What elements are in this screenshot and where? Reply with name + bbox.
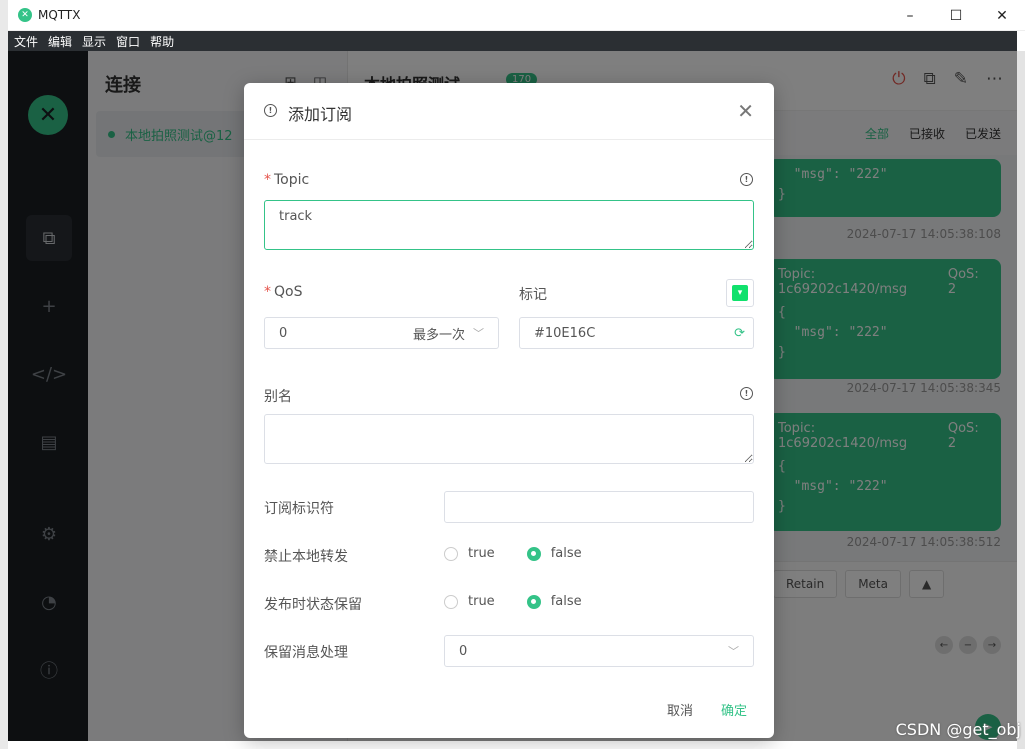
desktop-strip [0,0,8,749]
retain-as-published-label: 发布时状态保留 [264,597,362,613]
minimize-button[interactable]: – [887,0,933,31]
color-input[interactable]: #10E16C ⟳ [519,317,754,349]
add-subscription-dialog: ! 添加订阅 ✕ *Topic ! *QoS 0 最多一次 ﹀ 标记 ▾ #10… [244,83,774,738]
rap-false-option[interactable]: false [526,594,582,609]
retain-handling-label: 保留消息处理 [264,645,348,661]
topic-input[interactable] [264,200,754,250]
alias-input[interactable] [264,414,754,464]
color-value: #10E16C [534,325,596,341]
desktop-right-strip [1017,51,1025,749]
retain-as-published-radio-group: true false [444,594,614,609]
qos-hint: 最多一次 [412,327,465,343]
alias-label: 别名 [264,389,292,405]
close-window-button[interactable]: ✕ [979,0,1025,31]
chevron-down-icon: ﹀ [728,645,739,658]
radio-checked[interactable] [526,594,541,609]
radio-unchecked[interactable] [444,594,458,609]
topic-help-icon[interactable]: ! [740,173,753,186]
dialog-close-icon[interactable]: ✕ [737,99,754,123]
no-local-false-option[interactable]: false [526,546,582,561]
menu-bar: 文件 编辑 显示 窗口 帮助 [8,31,1017,51]
chevron-down-icon: ▾ [732,285,748,301]
watermark: CSDN @get_obj [895,720,1021,739]
confirm-button[interactable]: 确定 [721,700,747,719]
menu-window[interactable]: 窗口 [116,33,140,50]
no-local-true-option[interactable]: true [444,546,495,561]
window-controls: – ☐ ✕ [887,0,1025,31]
window-titlebar: ✕ MQTTX – ☐ ✕ [8,0,1025,31]
no-local-label: 禁止本地转发 [264,549,348,565]
alias-help-icon[interactable]: ! [740,387,753,400]
subscription-id-label: 订阅标识符 [264,501,334,517]
qos-value: 0 [279,325,288,341]
window-title: MQTTX [38,8,81,22]
qos-label: * QoS [264,284,303,300]
color-picker-swatch[interactable]: ▾ [726,279,754,307]
mqttx-app-icon: ✕ [18,8,32,22]
retain-handling-select[interactable]: 0 ﹀ [444,635,754,667]
menu-help[interactable]: 帮助 [150,33,174,50]
cancel-button[interactable]: 取消 [667,700,693,719]
menu-file[interactable]: 文件 [14,33,38,50]
maximize-button[interactable]: ☐ [933,0,979,31]
dialog-info-icon: ! [264,104,277,117]
no-local-radio-group: true false [444,546,614,561]
dialog-header: ! 添加订阅 ✕ [244,83,774,140]
subscription-id-input[interactable] [444,491,754,523]
radio-unchecked[interactable] [444,546,458,561]
qos-select[interactable]: 0 最多一次 ﹀ [264,317,499,349]
dialog-title: 添加订阅 [288,105,353,124]
chevron-down-icon: ﹀ [473,327,484,340]
retain-handling-value: 0 [459,643,468,659]
topic-label: * Topic [264,172,310,188]
rap-true-option[interactable]: true [444,594,495,609]
menu-edit[interactable]: 编辑 [48,33,72,50]
refresh-color-icon[interactable]: ⟳ [734,326,745,341]
menu-view[interactable]: 显示 [82,33,106,50]
radio-checked[interactable] [526,546,541,561]
mark-label: 标记 [519,287,547,303]
